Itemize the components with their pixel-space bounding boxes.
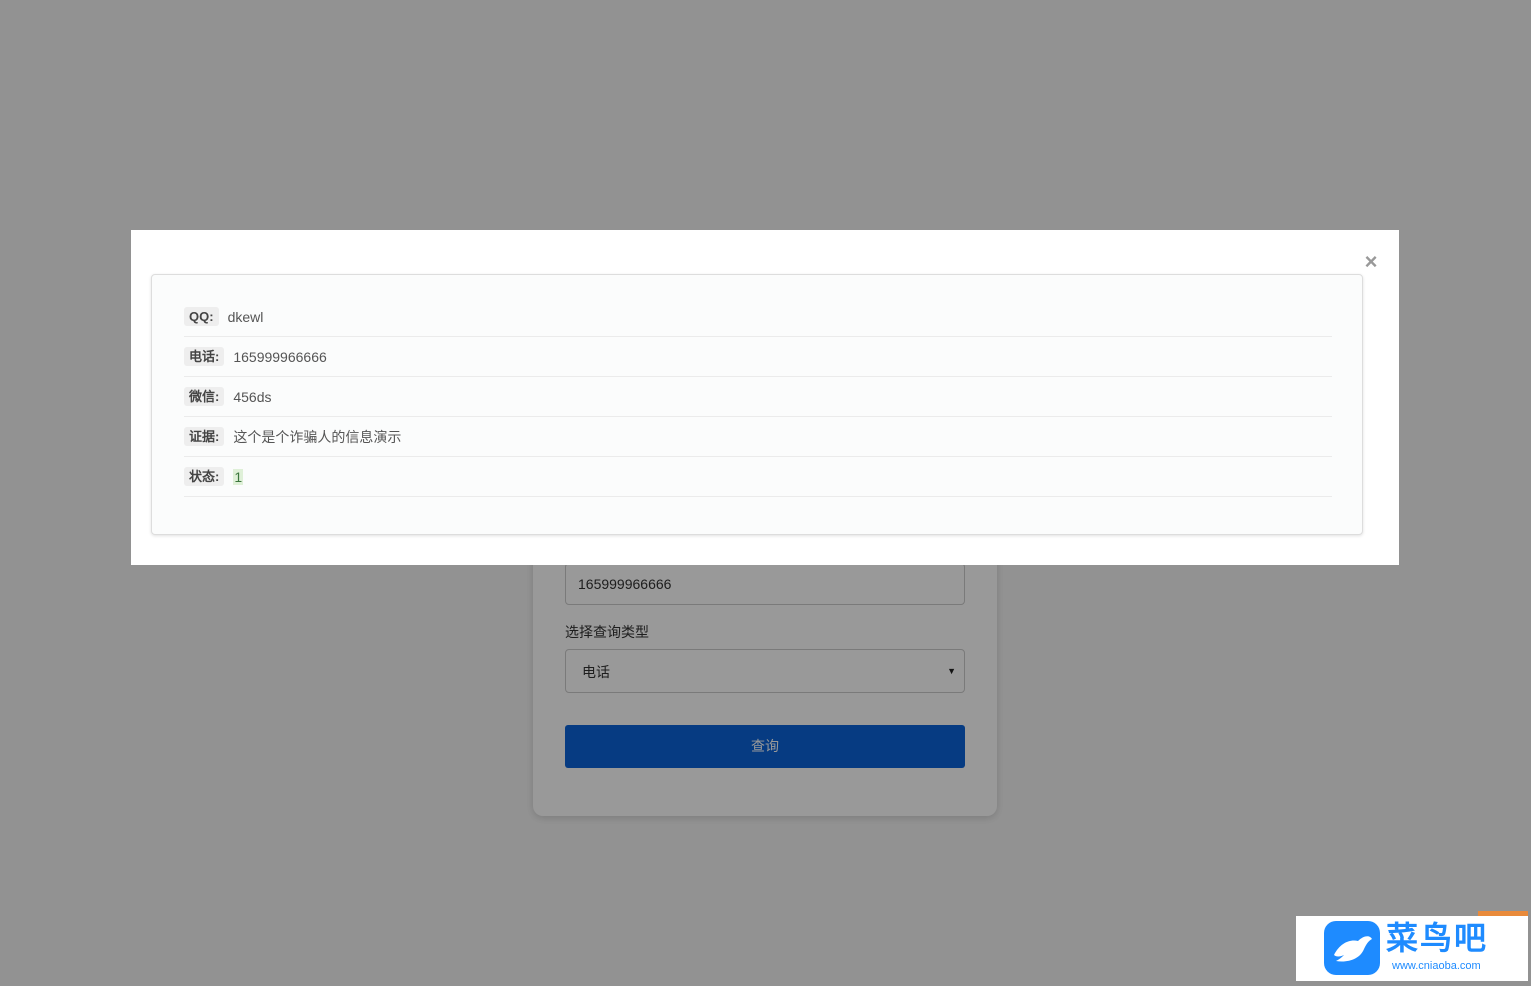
result-list: QQ: dkewl 电话: 165999966666 微信: 456ds 证据:… — [184, 297, 1332, 497]
result-row-status: 状态: 1 — [184, 457, 1332, 497]
page-background: 165999966666 选择查询类型 电话 ▼ 查询 × QQ: dkewl … — [0, 0, 1531, 986]
result-key-evidence: 证据: — [184, 427, 225, 446]
result-panel: QQ: dkewl 电话: 165999966666 微信: 456ds 证据:… — [151, 274, 1363, 535]
result-key-status: 状态: — [184, 467, 225, 486]
result-value-qq: dkewl — [227, 308, 264, 325]
result-value-evidence: 这个是个诈骗人的信息演示 — [233, 428, 402, 445]
result-key-wechat: 微信: — [184, 387, 225, 406]
result-key-phone: 电话: — [184, 347, 225, 366]
result-key-qq: QQ: — [184, 307, 219, 326]
status-badge: 1 — [233, 468, 244, 485]
result-row-wechat: 微信: 456ds — [184, 377, 1332, 417]
result-row-phone: 电话: 165999966666 — [184, 337, 1332, 377]
close-icon[interactable]: × — [1361, 251, 1381, 273]
watermark-name: 菜鸟吧 — [1386, 919, 1489, 957]
result-modal: × QQ: dkewl 电话: 165999966666 微信: 456ds 证… — [131, 230, 1399, 565]
result-value-phone: 165999966666 — [233, 348, 327, 365]
result-row-evidence: 证据: 这个是个诈骗人的信息演示 — [184, 417, 1332, 457]
result-row-qq: QQ: dkewl — [184, 297, 1332, 337]
bird-logo-icon — [1324, 921, 1380, 975]
watermark-url: www.cniaoba.com — [1392, 960, 1481, 972]
result-value-wechat: 456ds — [233, 388, 272, 405]
watermark-badge: 菜鸟吧 www.cniaoba.com — [1296, 916, 1528, 981]
